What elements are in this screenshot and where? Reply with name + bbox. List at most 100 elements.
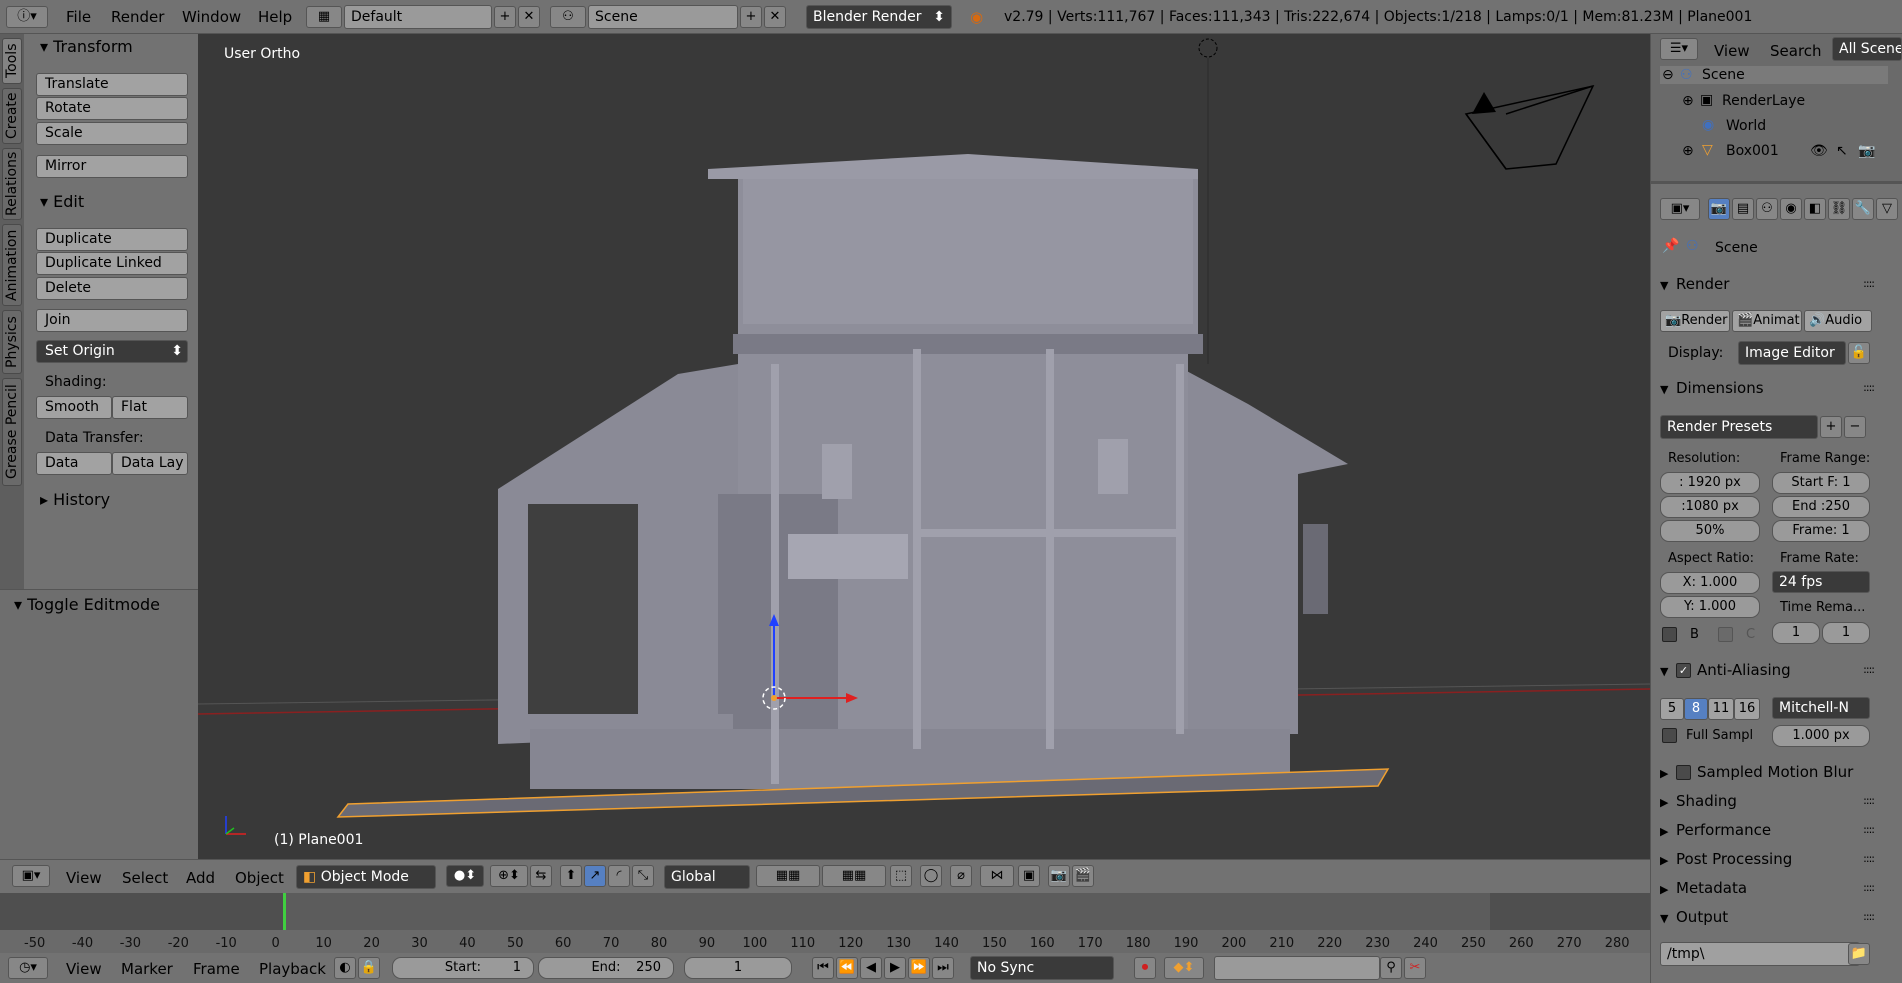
add-preset-icon[interactable]: +: [1820, 416, 1842, 438]
properties-editor-icon[interactable]: ▣▾: [1660, 198, 1700, 220]
world-tab-icon[interactable]: ◉: [1780, 198, 1802, 220]
object-tab-icon[interactable]: ◧: [1804, 198, 1826, 220]
screen-layout-icon[interactable]: ▦: [306, 6, 342, 28]
tab-animation[interactable]: Animation: [2, 224, 22, 306]
translate-button[interactable]: Translate: [36, 73, 188, 96]
data-layout-button[interactable]: Data Lay: [112, 452, 188, 475]
render-preview-icon[interactable]: 📷: [1048, 865, 1070, 887]
menu-render[interactable]: Render: [111, 7, 164, 27]
visibility-eye-icon[interactable]: 👁: [1810, 143, 1828, 159]
data-tab-icon[interactable]: ▽: [1876, 198, 1898, 220]
outliner-item-renderlayers[interactable]: RenderLaye: [1722, 93, 1805, 109]
render-layers-tab-icon[interactable]: ▤: [1732, 198, 1754, 220]
data-button[interactable]: Data: [36, 452, 112, 475]
select-menu[interactable]: Select: [122, 868, 168, 888]
time-remap-new-field[interactable]: 1: [1822, 622, 1870, 644]
crop-checkbox[interactable]: [1718, 627, 1733, 642]
keying-set-icon[interactable]: ◆⬍: [1164, 957, 1204, 979]
aspect-y-field[interactable]: Y: 1.000: [1660, 596, 1760, 618]
jump-keyframe-back-icon[interactable]: ⏪: [836, 957, 858, 979]
delete-keyframe-icon[interactable]: ✂: [1404, 957, 1426, 979]
lock-interface-icon[interactable]: 🔓: [1848, 342, 1870, 364]
scene-tab-icon[interactable]: ⚇: [1756, 198, 1778, 220]
motion-blur-checkbox[interactable]: [1676, 765, 1691, 780]
render-tab-icon[interactable]: 📷: [1708, 198, 1730, 220]
move-manipulator-icon[interactable]: ↗: [584, 865, 606, 887]
current-frame-field[interactable]: 1: [684, 957, 792, 979]
editor-type-icon[interactable]: ▣▾: [12, 865, 50, 887]
frame-menu[interactable]: Frame: [193, 959, 240, 979]
drag-handle-icon[interactable]: ::::: [1863, 876, 1875, 900]
drag-handle-icon[interactable]: ::::: [1863, 658, 1875, 682]
info-editor-icon[interactable]: ⓘ▾: [6, 6, 48, 28]
end-frame-field[interactable]: End :250: [1772, 496, 1870, 518]
outliner-item-box001[interactable]: Box001: [1726, 143, 1779, 159]
collapse-icon[interactable]: ⊖: [1662, 67, 1674, 83]
delete-button[interactable]: Delete: [36, 277, 188, 300]
motion-blur-panel-header[interactable]: ▶ Sampled Motion Blur: [1660, 760, 1886, 784]
expand-icon[interactable]: ⊕: [1682, 93, 1694, 109]
resolution-percentage-field[interactable]: 50%: [1660, 520, 1760, 542]
resolution-x-field[interactable]: : 1920 px: [1660, 472, 1760, 494]
lock-layers-icon[interactable]: ⬚: [890, 865, 912, 887]
remove-scene-icon[interactable]: ✕: [764, 6, 786, 28]
smooth-button[interactable]: Smooth: [36, 396, 112, 419]
proportional-edit-icon[interactable]: ◯: [920, 865, 942, 887]
shading-panel-header[interactable]: ▶ Shading::::: [1660, 789, 1886, 813]
preview-range-icon[interactable]: ◐: [334, 957, 356, 979]
active-keying-set-field[interactable]: [1214, 956, 1380, 980]
edit-panel-header[interactable]: ▾ Edit: [40, 192, 84, 211]
history-panel-header[interactable]: ▸ History: [40, 490, 110, 509]
tab-create[interactable]: Create: [2, 88, 22, 144]
tab-physics[interactable]: Physics: [2, 310, 22, 374]
aa-samples-8[interactable]: 8: [1684, 698, 1708, 720]
start-frame-field[interactable]: Start: 1: [392, 957, 534, 979]
post-processing-panel-header[interactable]: ▶ Post Processing::::: [1660, 847, 1886, 871]
layout-field[interactable]: Default: [344, 5, 492, 29]
aspect-x-field[interactable]: X: 1.000: [1660, 572, 1760, 594]
jump-keyframe-forward-icon[interactable]: ⏩: [908, 957, 930, 979]
manipulator-icon[interactable]: ⇆: [530, 865, 552, 887]
end-frame-field[interactable]: End: 250: [538, 957, 674, 979]
drag-handle-icon[interactable]: ::::: [1863, 376, 1875, 400]
set-origin-menu[interactable]: Set Origin ⬍: [36, 340, 188, 363]
drag-handle-icon[interactable]: ::::: [1863, 818, 1875, 842]
snap-target-icon[interactable]: ▣: [1018, 865, 1040, 887]
orientation-select[interactable]: Global: [664, 865, 750, 889]
join-button[interactable]: Join: [36, 309, 188, 332]
object-menu[interactable]: Object: [235, 868, 284, 888]
duplicate-button[interactable]: Duplicate: [36, 228, 188, 251]
render-animation-button[interactable]: 🎬Animat: [1732, 310, 1802, 332]
translate-manipulator-icon[interactable]: ⬆: [560, 865, 582, 887]
view-menu[interactable]: View: [66, 868, 102, 888]
frame-rate-select[interactable]: 24 fps: [1772, 571, 1870, 593]
scale-manipulator-icon[interactable]: ⤡: [632, 865, 654, 887]
render-panel-header[interactable]: ▼ Render::::: [1660, 272, 1886, 296]
mirror-button[interactable]: Mirror: [36, 155, 188, 178]
metadata-panel-header[interactable]: ▶ Metadata::::: [1660, 876, 1886, 900]
border-checkbox[interactable]: [1662, 627, 1677, 642]
add-scene-icon[interactable]: +: [740, 6, 762, 28]
flat-button[interactable]: Flat: [112, 396, 188, 419]
transform-panel-header[interactable]: ▾ Transform: [40, 37, 133, 56]
menu-help[interactable]: Help: [258, 7, 292, 27]
lock-range-icon[interactable]: 🔒: [358, 957, 380, 979]
menu-file[interactable]: File: [66, 7, 91, 27]
remove-preset-icon[interactable]: −: [1844, 416, 1866, 438]
render-presets-select[interactable]: Render Presets: [1660, 415, 1818, 439]
playhead[interactable]: [283, 893, 286, 930]
jump-end-icon[interactable]: ⏭: [932, 957, 954, 979]
remove-layout-icon[interactable]: ✕: [518, 6, 540, 28]
selectability-cursor-icon[interactable]: ↖: [1836, 143, 1848, 159]
dimensions-panel-header[interactable]: ▼ Dimensions::::: [1660, 376, 1886, 400]
timeline-editor-icon[interactable]: ◷▾: [8, 957, 48, 979]
add-layout-icon[interactable]: +: [494, 6, 516, 28]
add-menu[interactable]: Add: [186, 868, 215, 888]
outliner-editor-icon[interactable]: ☰▾: [1660, 38, 1698, 60]
pivot-point-icon[interactable]: ⊕⬍: [490, 865, 528, 887]
outliner-search-menu[interactable]: Search: [1770, 41, 1822, 61]
3d-viewport[interactable]: User Ortho (1) Plane001: [198, 34, 1650, 859]
mode-select[interactable]: ◧ Object Mode: [296, 865, 436, 889]
outliner-filter-select[interactable]: All Scenes: [1832, 37, 1902, 61]
renderability-camera-icon[interactable]: 📷: [1858, 143, 1875, 159]
